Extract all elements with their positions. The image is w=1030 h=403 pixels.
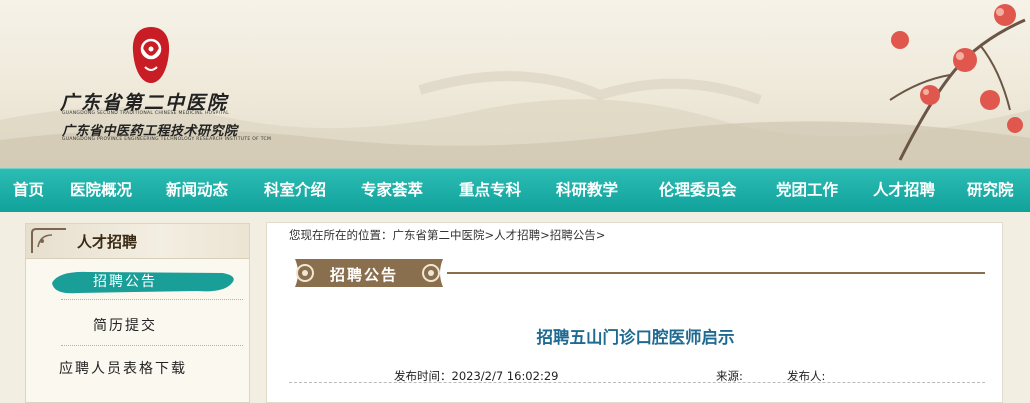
main-content: 您现在所在的位置：广东省第二中医院>人才招聘>招聘公告> 招聘公告 招聘五山门诊… xyxy=(266,222,1003,403)
breadcrumb-link-notice[interactable]: 招聘公告 xyxy=(550,228,596,242)
hospital-seal-logo xyxy=(132,27,170,83)
breadcrumb: 您现在所在的位置：广东省第二中医院>人才招聘>招聘公告> xyxy=(289,227,605,243)
breadcrumb-link-recruitment[interactable]: 人才招聘 xyxy=(494,228,540,242)
nav-item-news[interactable]: 新闻动态 xyxy=(166,169,228,213)
breadcrumb-separator: > xyxy=(484,228,495,242)
nav-item-home[interactable]: 首页 xyxy=(13,169,44,213)
main-nav: 首页 医院概况 新闻动态 科室介绍 专家荟萃 重点专科 科研教学 伦理委员会 党… xyxy=(0,168,1030,212)
sidebar-item-form-download[interactable]: 应聘人员表格下载 xyxy=(59,358,187,378)
breadcrumb-prefix: 您现在所在的位置： xyxy=(289,228,393,242)
sidebar-header: 人才招聘 xyxy=(26,224,249,259)
nav-item-specialties[interactable]: 重点专科 xyxy=(459,169,521,213)
nav-item-ethics[interactable]: 伦理委员会 xyxy=(659,169,737,213)
hospital-name-en: GUANGDONG SECOND TRADITIONAL CHINESE MED… xyxy=(62,111,230,116)
breadcrumb-separator: > xyxy=(540,228,550,242)
publish-label: 发布时间： xyxy=(394,369,452,383)
nav-item-overview[interactable]: 医院概况 xyxy=(70,169,132,213)
article-title: 招聘五山门诊口腔医师启示 xyxy=(536,328,735,347)
section-title: 招聘公告 xyxy=(330,266,399,284)
nav-item-departments[interactable]: 科室介绍 xyxy=(264,169,326,213)
divider xyxy=(61,345,243,346)
sidebar-item-job-notice[interactable]: 招聘公告 xyxy=(93,271,157,291)
nav-item-institute[interactable]: 研究院 xyxy=(967,169,1014,213)
sidebar-item-submit-resume[interactable]: 简历提交 xyxy=(93,315,157,335)
publish-value: 2023/2/7 16:02:29 xyxy=(451,369,559,383)
meta-divider xyxy=(289,382,985,383)
sidebar: 人才招聘 招聘公告 简历提交 应聘人员表格下载 xyxy=(25,223,250,403)
nav-item-research[interactable]: 科研教学 xyxy=(556,169,618,213)
sidebar-title: 人才招聘 xyxy=(77,233,138,251)
plum-blossom-decoration xyxy=(889,4,1026,161)
nav-item-experts[interactable]: 专家荟萃 xyxy=(361,169,423,213)
nav-item-party[interactable]: 党团工作 xyxy=(776,169,838,213)
corner-ornament-icon xyxy=(31,228,66,253)
site-header: 广东省第二中医院 GUANGDONG SECOND TRADITIONAL CH… xyxy=(0,0,1030,168)
nav-item-recruitment[interactable]: 人才招聘 xyxy=(873,169,935,213)
institute-name-en: GUANGDONG PROVINCE ENGINEERING TECHNOLOG… xyxy=(62,137,272,142)
breadcrumb-link-home[interactable]: 广东省第二中医院 xyxy=(393,228,485,242)
divider xyxy=(61,299,243,300)
section-divider xyxy=(447,272,985,274)
breadcrumb-separator: > xyxy=(595,228,606,242)
